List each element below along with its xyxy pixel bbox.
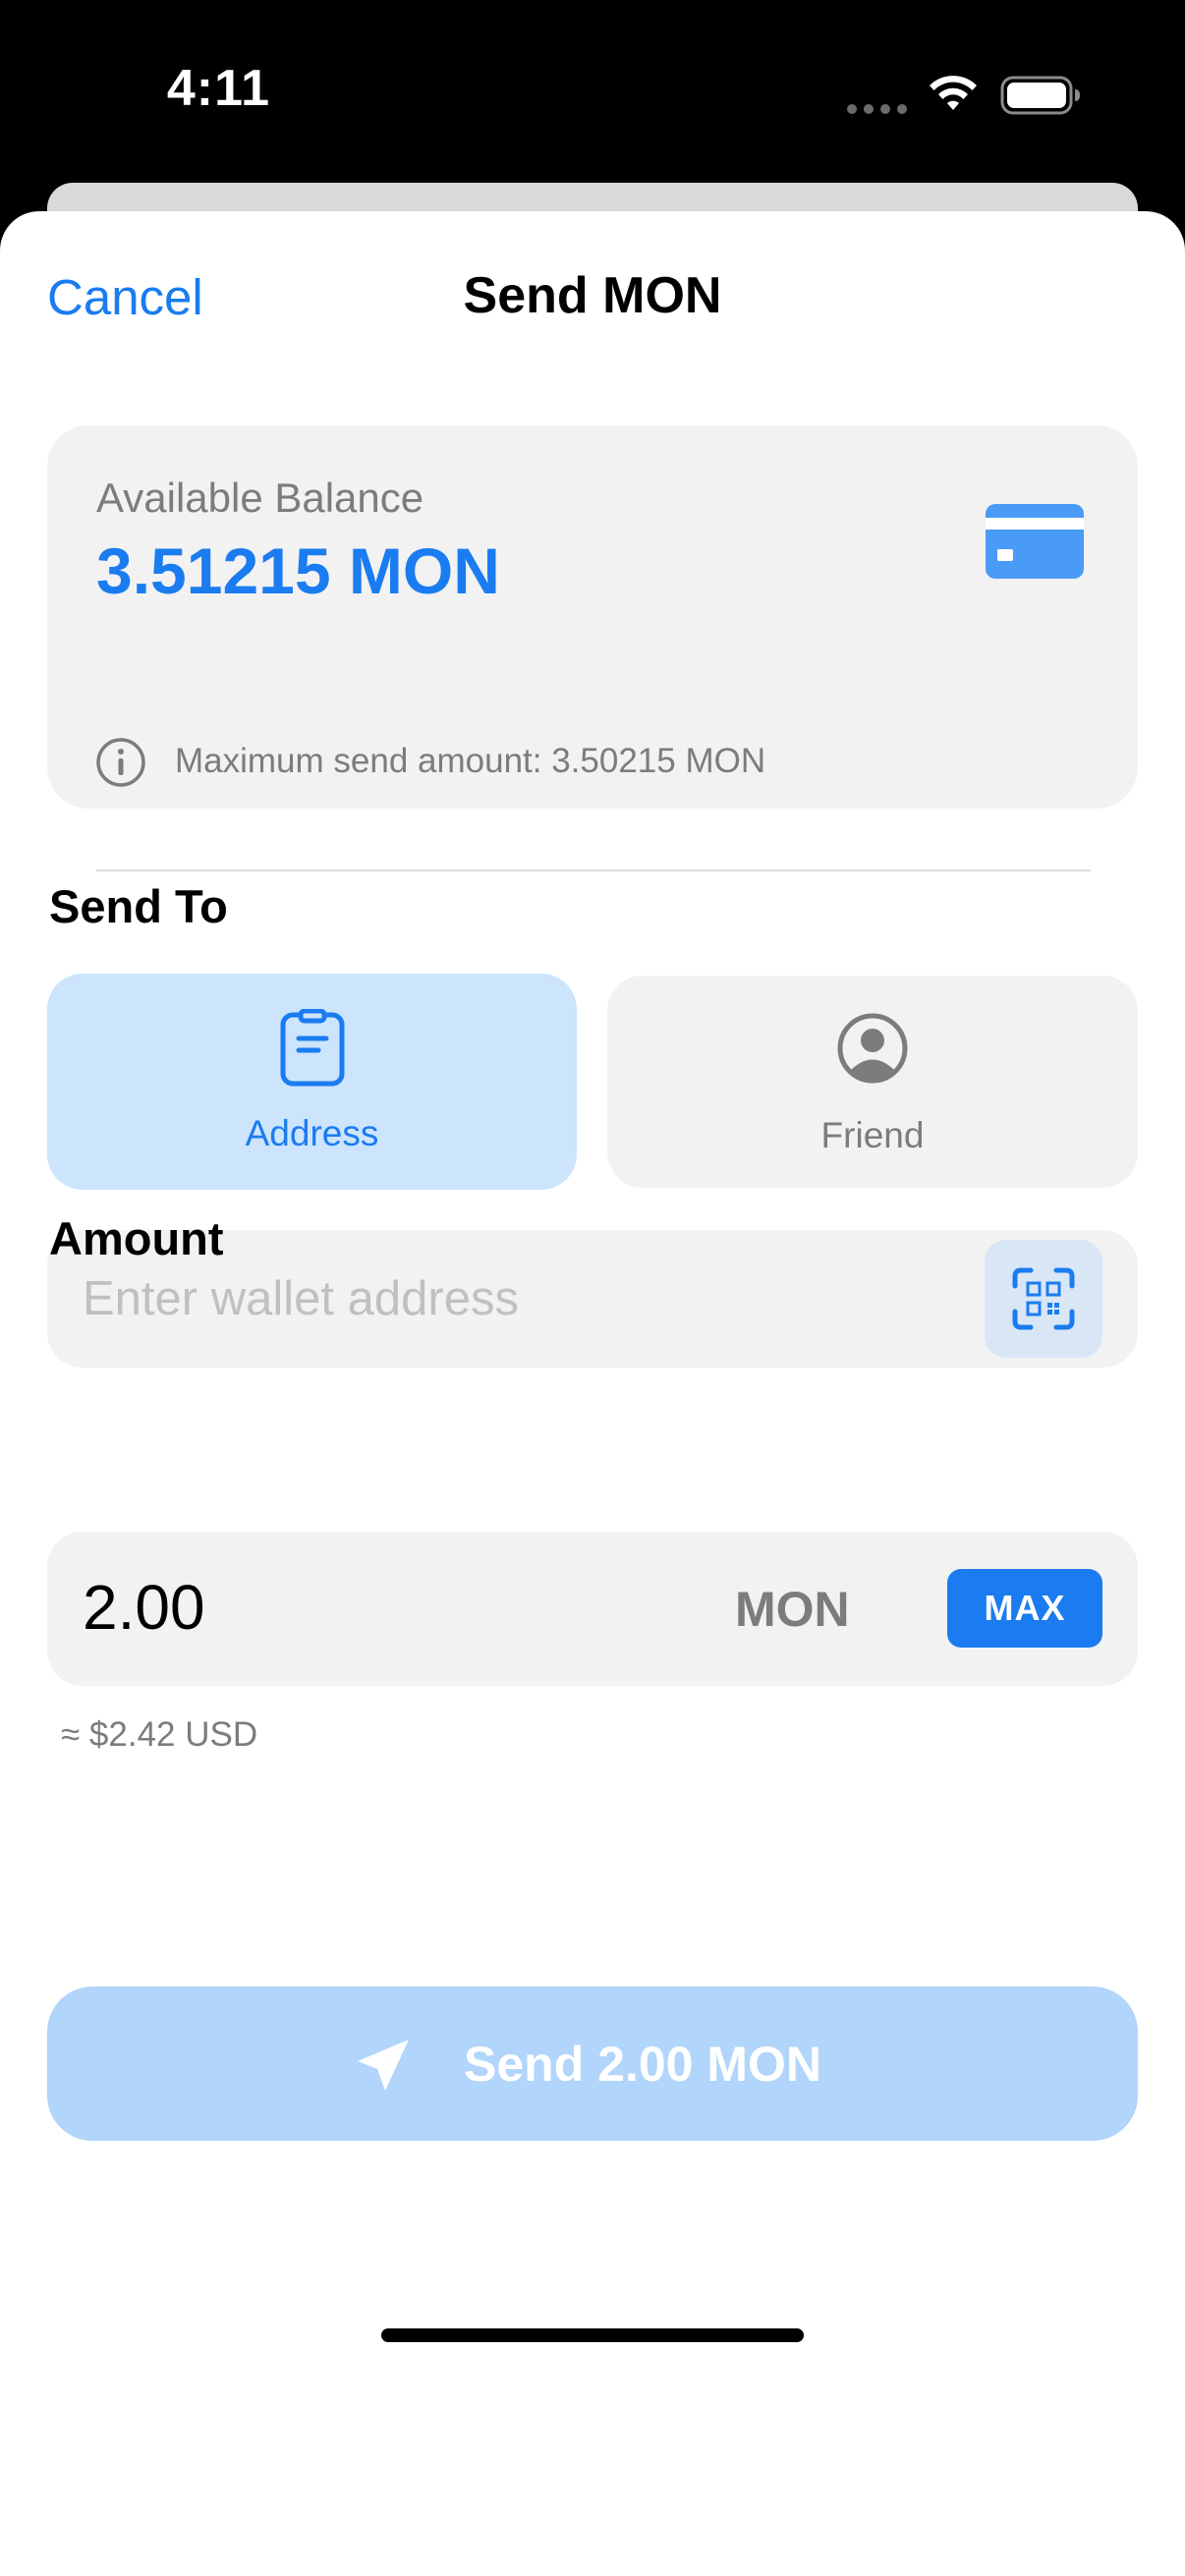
send-sheet: Cancel Send MON Available Balance 3.5121… [0, 211, 1185, 2576]
balance-amount: 3.51215 MON [96, 534, 500, 607]
battery-icon [1000, 76, 1080, 115]
max-send-amount: Maximum send amount: 3.50215 MON [175, 742, 766, 780]
amount-label: Amount [49, 1212, 224, 1264]
person-circle-icon [837, 1013, 908, 1084]
credit-card-icon [986, 504, 1084, 579]
qr-scan-icon [1012, 1267, 1075, 1330]
paper-plane-icon [358, 2040, 409, 2091]
balance-label: Available Balance [96, 475, 424, 521]
send-button[interactable]: Send 2.00 MON [47, 1987, 1138, 2141]
send-to-label: Send To [49, 880, 228, 932]
send-button-label: Send 2.00 MON [464, 2037, 821, 2092]
wifi-icon [930, 76, 977, 110]
balance-card: Available Balance 3.51215 MON Maximum se… [47, 425, 1138, 871]
home-indicator[interactable] [381, 2328, 804, 2342]
divider [96, 869, 1091, 871]
cellular-dots-icon [847, 104, 907, 114]
clipboard-icon [280, 1009, 344, 1087]
info-icon [96, 738, 145, 787]
max-button[interactable]: MAX [947, 1569, 1102, 1648]
friend-option-label: Friend [820, 1115, 925, 1155]
status-time: 4:11 [166, 60, 271, 117]
page-title: Send MON [463, 267, 722, 324]
friend-option[interactable]: Friend [607, 976, 1138, 1188]
amount-input[interactable]: 2.00 [83, 1571, 205, 1644]
qr-scan-button[interactable] [985, 1240, 1102, 1358]
address-option[interactable]: Address [47, 974, 577, 1190]
usd-estimate: ≈ $2.42 USD [61, 1715, 258, 1754]
amount-unit: MON [735, 1582, 850, 1637]
amount-field[interactable]: 2.00 MON MAX [47, 1532, 1138, 1686]
address-option-label: Address [245, 1113, 379, 1153]
